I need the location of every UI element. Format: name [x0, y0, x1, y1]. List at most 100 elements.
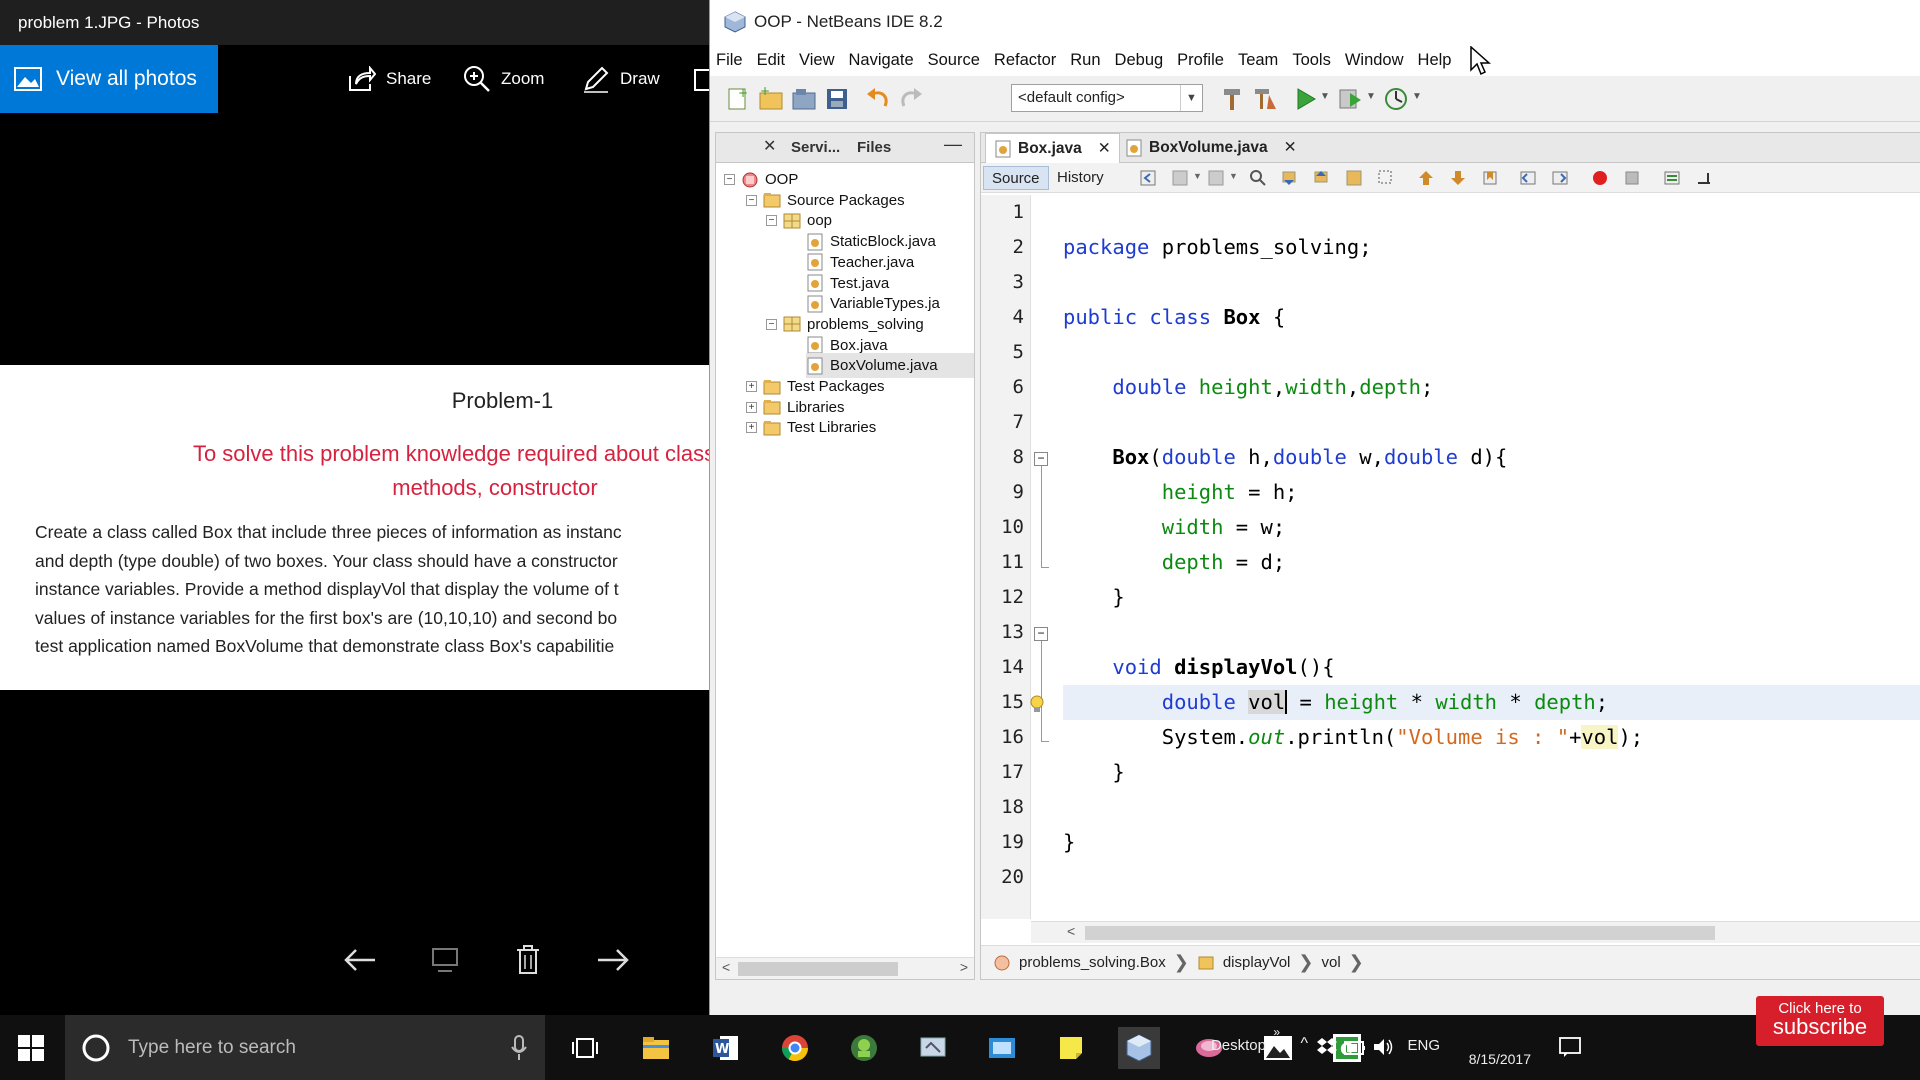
- subscribe-overlay-button[interactable]: Click here to subscribe: [1756, 996, 1884, 1046]
- control-panel-icon[interactable]: [981, 1027, 1023, 1069]
- menu-debug[interactable]: Debug: [1115, 51, 1164, 70]
- find-icon[interactable]: [1249, 169, 1267, 187]
- zoom-button[interactable]: Zoom: [463, 45, 544, 113]
- menu-profile[interactable]: Profile: [1177, 51, 1224, 70]
- comment-icon[interactable]: [1663, 169, 1681, 187]
- close-icon[interactable]: ✕: [763, 136, 776, 156]
- uncomment-icon[interactable]: [1695, 169, 1713, 187]
- scroll-left-icon[interactable]: <: [1067, 923, 1075, 939]
- tree-expander-icon[interactable]: +: [746, 401, 757, 413]
- edit-button[interactable]: [693, 45, 709, 113]
- chevron-down-icon[interactable]: ▼: [1229, 171, 1238, 181]
- share-button[interactable]: Share: [348, 45, 431, 113]
- breadcrumb-item[interactable]: vol: [1321, 954, 1340, 971]
- find-next-icon[interactable]: [1313, 169, 1331, 187]
- word-icon[interactable]: W: [705, 1027, 747, 1069]
- last-edit-icon[interactable]: [1139, 169, 1157, 187]
- scroll-left-icon[interactable]: <: [722, 959, 730, 975]
- tree-expander-icon[interactable]: +: [746, 381, 757, 392]
- file-explorer-icon[interactable]: [635, 1027, 677, 1069]
- save-all-icon[interactable]: [823, 85, 851, 113]
- start-macro-recording-icon[interactable]: [1591, 169, 1609, 187]
- build-hammer-icon[interactable]: [1218, 85, 1246, 113]
- sticky-notes-icon[interactable]: [1050, 1027, 1092, 1069]
- chevron-up-icon[interactable]: ^: [1300, 1035, 1308, 1053]
- menu-window[interactable]: Window: [1345, 51, 1404, 70]
- back-icon[interactable]: [1171, 169, 1189, 187]
- forward-arrow-icon[interactable]: [588, 935, 638, 985]
- forward-icon[interactable]: [1207, 169, 1225, 187]
- scrollbar-thumb[interactable]: [1085, 926, 1715, 940]
- lightbulb-hint-icon[interactable]: [1028, 694, 1046, 714]
- close-tab-icon[interactable]: ✕: [1098, 134, 1111, 164]
- open-project-icon[interactable]: [790, 85, 818, 113]
- desktop-toolbar-label[interactable]: Desktop: [1211, 1037, 1266, 1054]
- tree-expander-icon[interactable]: −: [746, 194, 757, 206]
- new-file-icon[interactable]: +: [724, 85, 752, 113]
- windows-start-icon[interactable]: [18, 1035, 44, 1061]
- battery-icon[interactable]: [1344, 1038, 1366, 1056]
- tab-files[interactable]: Files: [857, 133, 891, 163]
- microphone-icon[interactable]: [511, 1034, 527, 1061]
- run-dropdown-icon[interactable]: ▼: [1320, 91, 1330, 102]
- find-previous-icon[interactable]: [1281, 169, 1299, 187]
- scroll-right-icon[interactable]: >: [960, 959, 968, 975]
- menu-help[interactable]: Help: [1418, 51, 1452, 70]
- profile-dropdown-icon[interactable]: ▼: [1412, 91, 1422, 102]
- dropbox-icon[interactable]: [1316, 1036, 1338, 1058]
- project-horizontal-scrollbar[interactable]: < >: [716, 957, 974, 979]
- shift-right-icon[interactable]: [1551, 169, 1569, 187]
- tab-services[interactable]: Servi...: [791, 133, 840, 163]
- breadcrumb-item[interactable]: problems_solving.Box: [1019, 954, 1166, 971]
- tab-source[interactable]: Source: [983, 166, 1049, 190]
- stop-macro-recording-icon[interactable]: [1623, 169, 1641, 187]
- menu-file[interactable]: File: [716, 51, 743, 70]
- tab-history[interactable]: History: [1049, 166, 1112, 190]
- volume-icon[interactable]: [1372, 1036, 1394, 1058]
- trash-icon[interactable]: [503, 935, 553, 985]
- code-area[interactable]: package problems_solving; public class B…: [1063, 195, 1920, 919]
- menu-refactor[interactable]: Refactor: [994, 51, 1056, 70]
- previous-bookmark-icon[interactable]: [1417, 169, 1435, 187]
- toggle-bookmark-icon[interactable]: [1481, 169, 1499, 187]
- netbeans-taskbar-icon[interactable]: [1118, 1027, 1160, 1069]
- menu-source[interactable]: Source: [928, 51, 980, 70]
- debug-icon[interactable]: [1336, 85, 1364, 113]
- close-tab-icon[interactable]: ✕: [1284, 133, 1297, 163]
- taskbar-search-box[interactable]: Type here to search: [65, 1015, 545, 1080]
- system-app-icon[interactable]: [912, 1027, 954, 1069]
- config-selector[interactable]: <default config> ▼: [1011, 84, 1203, 112]
- tree-expander-icon[interactable]: −: [766, 318, 777, 330]
- fold-toggle-icon[interactable]: −: [1034, 452, 1048, 466]
- chevron-down-icon[interactable]: ▼: [1193, 171, 1202, 181]
- green-app-icon[interactable]: [843, 1027, 885, 1069]
- draw-button[interactable]: Draw: [582, 45, 660, 113]
- scrollbar-thumb[interactable]: [738, 962, 898, 976]
- menu-team[interactable]: Team: [1238, 51, 1278, 70]
- breadcrumb-item[interactable]: displayVol: [1223, 954, 1291, 971]
- tree-item[interactable]: + Test Libraries: [746, 415, 876, 440]
- new-project-icon[interactable]: +: [757, 85, 785, 113]
- next-bookmark-icon[interactable]: [1449, 169, 1467, 187]
- minimize-icon[interactable]: —: [944, 134, 962, 155]
- notifications-icon[interactable]: [1558, 1035, 1582, 1059]
- menu-view[interactable]: View: [799, 51, 834, 70]
- task-view-icon[interactable]: [564, 1027, 606, 1069]
- menu-tools[interactable]: Tools: [1292, 51, 1331, 70]
- shift-left-icon[interactable]: [1519, 169, 1537, 187]
- menu-navigate[interactable]: Navigate: [849, 51, 914, 70]
- fold-toggle-icon[interactable]: −: [1034, 627, 1048, 641]
- profile-icon[interactable]: [1382, 85, 1410, 113]
- tab-box-java[interactable]: Box.java ✕: [985, 133, 1120, 163]
- slideshow-icon[interactable]: [420, 935, 470, 985]
- tree-expander-icon[interactable]: −: [766, 215, 777, 227]
- menu-run[interactable]: Run: [1070, 51, 1100, 70]
- clock-date[interactable]: 8/15/2017: [1469, 1051, 1531, 1067]
- chrome-icon[interactable]: [774, 1027, 816, 1069]
- toolbar-expand-icon[interactable]: »: [1273, 1025, 1280, 1039]
- clean-build-icon[interactable]: [1251, 85, 1279, 113]
- editor-horizontal-scrollbar[interactable]: <: [1031, 921, 1920, 943]
- menu-edit[interactable]: Edit: [757, 51, 785, 70]
- toggle-highlight-icon[interactable]: [1345, 169, 1363, 187]
- tab-boxvolume-java[interactable]: BoxVolume.java ✕: [1117, 133, 1305, 163]
